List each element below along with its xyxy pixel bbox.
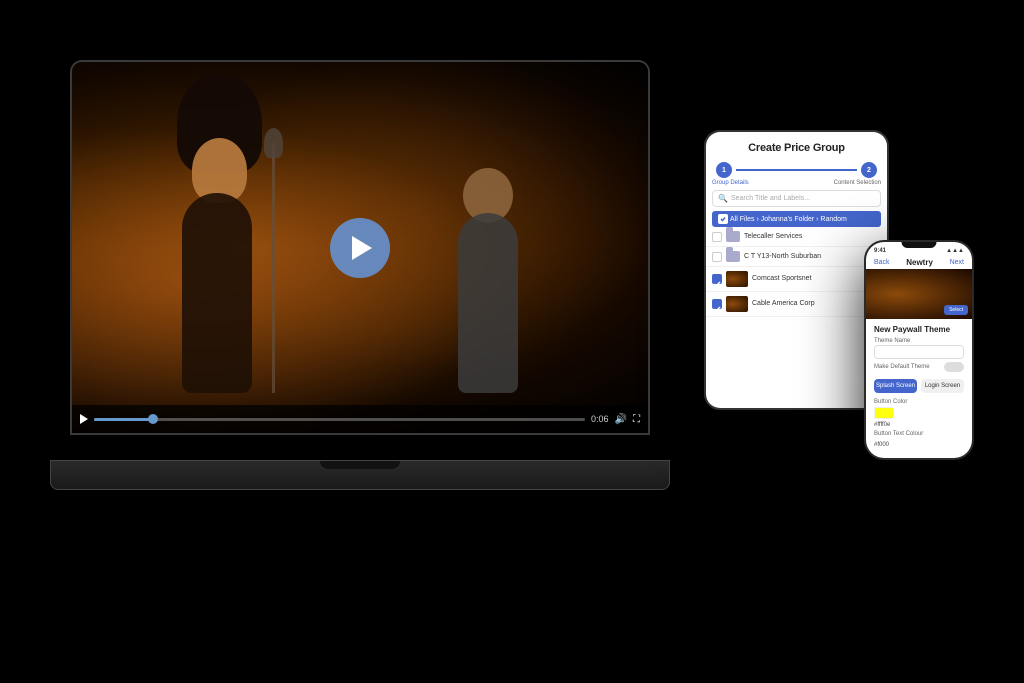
default-theme-toggle[interactable] <box>944 362 964 372</box>
folder-icon <box>726 251 740 262</box>
section-title: New Paywall Theme <box>866 319 972 336</box>
row-label: Telecaller Services <box>744 232 802 241</box>
singer-body <box>182 193 252 393</box>
table-row[interactable]: Cable America Corp <box>706 292 887 317</box>
row-checkbox-checked[interactable] <box>712 274 722 284</box>
mic-stand <box>272 143 275 393</box>
phone: 9:41 ▲▲▲ Back Newtry Next Select New Pay… <box>864 240 974 460</box>
video-player[interactable]: 0:06 🔊 ⛶ <box>72 62 648 433</box>
tablet-search[interactable]: 🔍 Search Title and Labels... <box>712 190 881 207</box>
breadcrumb-checkbox[interactable] <box>718 214 728 224</box>
back-button[interactable]: Back <box>874 259 890 266</box>
microphone <box>264 128 283 158</box>
thumbnail-image <box>726 296 748 312</box>
table-row[interactable]: Comcast Sportsnet <box>706 267 887 292</box>
step-line <box>736 169 857 171</box>
play-button[interactable] <box>330 218 390 278</box>
button-color-label: Button Color <box>874 399 964 405</box>
laptop-screen: 0:06 🔊 ⛶ <box>70 60 650 435</box>
row-label: Comcast Sportsnet <box>752 274 812 283</box>
row-checkbox[interactable] <box>712 252 722 262</box>
tablet: Create Price Group 1 2 Group Details Con… <box>704 130 889 410</box>
button-text-color-label: Button Text Colour <box>874 431 964 437</box>
time-label: 0:06 <box>591 414 609 424</box>
tablet-stepper: 1 2 <box>706 158 887 182</box>
next-button[interactable]: Next <box>950 259 964 266</box>
step-2-circle[interactable]: 2 <box>861 162 877 178</box>
button-text-color-section: Button Text Colour <box>866 429 972 441</box>
laptop-base <box>50 460 670 490</box>
thumbnail-image <box>726 271 748 287</box>
step-1-circle[interactable]: 1 <box>716 162 732 178</box>
tablet-title: Create Price Group <box>716 142 877 154</box>
volume-icon[interactable]: 🔊 <box>615 414 627 425</box>
screen-type-buttons: Splash Screen Login Screen <box>866 375 972 397</box>
row-label: C T Y13-North Suburban <box>744 252 821 261</box>
button-color-value: #ffff0e <box>866 421 972 429</box>
status-icons: ▲▲▲ <box>946 248 964 254</box>
default-theme-row: Make Default Theme <box>866 359 972 375</box>
theme-name-input[interactable] <box>874 345 964 359</box>
laptop: 0:06 🔊 ⛶ <box>50 60 670 490</box>
table-row[interactable]: Telecaller Services <box>706 227 887 247</box>
tablet-screen: Create Price Group 1 2 Group Details Con… <box>706 132 887 408</box>
video-thumbnail <box>726 271 748 287</box>
folder-icon <box>726 231 740 242</box>
control-play-icon[interactable] <box>80 414 88 424</box>
button-text-color-value: #f000 <box>866 441 972 449</box>
theme-name-label: Theme Name <box>866 336 972 345</box>
phone-notch <box>902 242 937 248</box>
play-icon <box>352 236 372 260</box>
progress-bar[interactable] <box>94 418 585 421</box>
laptop-notch <box>320 461 400 469</box>
search-placeholder: Search Title and Labels... <box>731 195 810 202</box>
row-checkbox[interactable] <box>712 232 722 242</box>
row-checkbox-checked[interactable] <box>712 299 722 309</box>
splash-screen-button[interactable]: Splash Screen <box>874 379 917 393</box>
singer-silhouette <box>152 113 312 393</box>
select-button[interactable]: Select <box>944 305 968 315</box>
tablet-header: Create Price Group <box>706 132 887 158</box>
progress-fill <box>94 418 153 421</box>
button-color-swatch[interactable] <box>874 407 894 419</box>
tablet-breadcrumb[interactable]: All Files › Johanna's Folder › Random <box>712 211 881 227</box>
progress-dot <box>148 414 158 424</box>
table-row[interactable]: C T Y13-North Suburban <box>706 247 887 267</box>
phone-header: Back Newtry Next <box>866 256 972 269</box>
row-label: Cable America Corp <box>752 299 815 308</box>
login-screen-button[interactable]: Login Screen <box>921 379 964 393</box>
status-time: 9:41 <box>874 248 886 254</box>
guitarist-silhouette <box>428 133 568 393</box>
phone-screen: 9:41 ▲▲▲ Back Newtry Next Select New Pay… <box>866 242 972 458</box>
video-thumbnail <box>726 296 748 312</box>
scene: 0:06 🔊 ⛶ Create Price Group 1 2 Group De… <box>0 0 1024 683</box>
phone-nav-title: Newtry <box>906 258 933 267</box>
search-icon: 🔍 <box>718 194 728 203</box>
guitarist-body <box>458 213 518 393</box>
button-color-section: Button Color <box>866 397 972 421</box>
phone-image: Select <box>866 269 972 319</box>
fullscreen-icon[interactable]: ⛶ <box>633 414 640 425</box>
breadcrumb-text: All Files › Johanna's Folder › Random <box>730 216 847 223</box>
video-controls: 0:06 🔊 ⛶ <box>72 405 648 433</box>
default-theme-label: Make Default Theme <box>874 364 930 370</box>
